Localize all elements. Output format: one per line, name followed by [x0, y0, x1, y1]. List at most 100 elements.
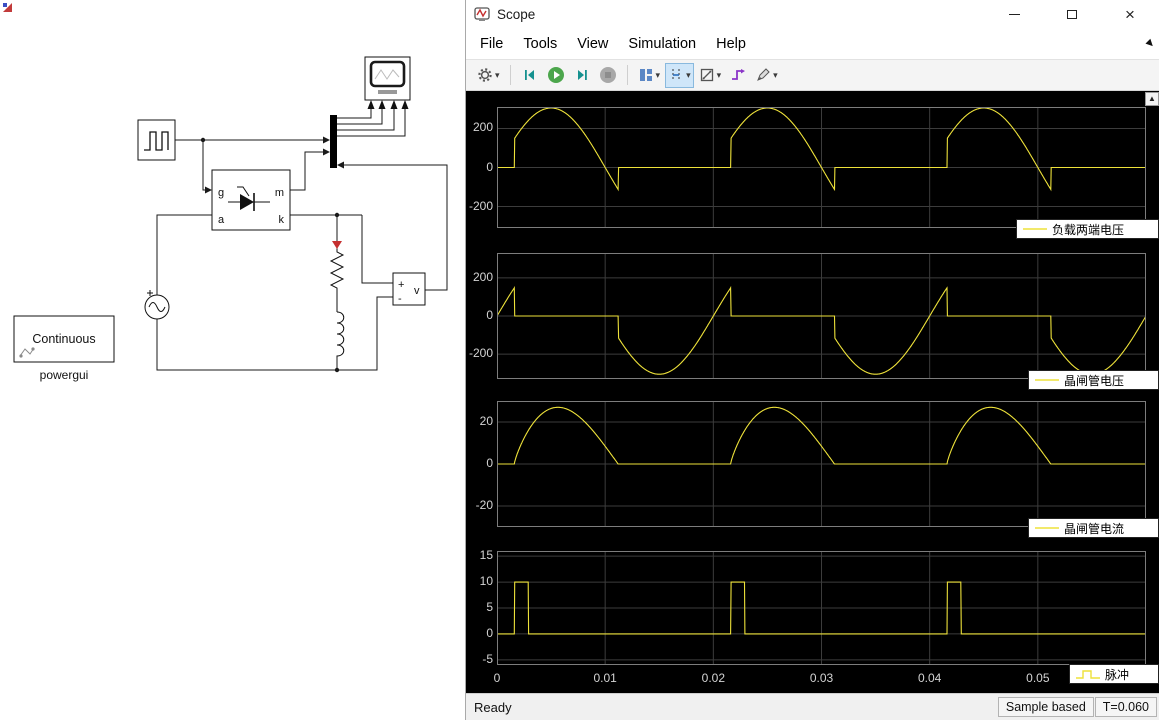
y-tick-label: -200: [466, 346, 493, 360]
menu-view[interactable]: View: [569, 33, 616, 55]
step-forward-icon: [574, 67, 590, 83]
y-tick-label: 0: [466, 160, 493, 174]
caret-icon: ▾: [656, 70, 661, 81]
menu-help[interactable]: Help: [708, 33, 754, 55]
y-tick-label: 200: [466, 120, 493, 134]
stop-icon: [599, 66, 617, 84]
step-forward-button[interactable]: [570, 63, 594, 88]
step-back-icon: [522, 67, 538, 83]
scope-block[interactable]: [365, 57, 410, 109]
signal-wires: [157, 109, 447, 370]
scope-axes-3[interactable]: [497, 401, 1146, 527]
trigger-button[interactable]: [726, 63, 750, 88]
legend-marker-icon: [1033, 374, 1061, 386]
pulse-generator-block[interactable]: [138, 120, 175, 160]
run-button[interactable]: [544, 63, 568, 88]
simulink-model-area: g a m k: [0, 0, 465, 720]
legend-label: 脉冲: [1105, 666, 1129, 683]
corner-glyph: [3, 3, 12, 12]
powergui-block-name: powergui: [40, 368, 89, 382]
port-label-k: k: [279, 214, 285, 226]
window-controls: ×: [985, 0, 1159, 28]
pen-icon: [755, 67, 771, 83]
scope-display[interactable]: ▲ 2000-200负载两端电压2000-200晶闸管电压200-20晶闸管电流…: [466, 91, 1159, 693]
scope-axes-2[interactable]: [497, 253, 1146, 379]
caret-icon: ▾: [495, 70, 500, 81]
scope-axes-4[interactable]: [497, 551, 1146, 665]
x-tick-label: 0.01: [583, 671, 627, 685]
status-cells: Sample based T=0.060: [998, 697, 1159, 717]
menu-simulation[interactable]: Simulation: [620, 33, 704, 55]
caret-icon: ▾: [686, 70, 691, 81]
inductor-icon: [337, 312, 344, 358]
scope-axes-1[interactable]: [497, 107, 1146, 228]
legend-thyristor_voltage[interactable]: 晶闸管电压: [1028, 370, 1159, 390]
minimize-button[interactable]: [985, 0, 1043, 28]
scope-input-ports: [368, 100, 409, 109]
desktop: g a m k: [0, 0, 1159, 720]
caret-icon: ▾: [773, 70, 778, 81]
x-tick-label: 0.02: [691, 671, 735, 685]
toolbar: ▾: [466, 59, 1159, 91]
stop-button[interactable]: [596, 63, 620, 88]
x-tick-label: 0.05: [1016, 671, 1060, 685]
titlebar[interactable]: Scope ×: [466, 0, 1159, 28]
y-tick-label: -200: [466, 199, 493, 213]
y-tick-label: -5: [466, 652, 493, 666]
gear-icon: [477, 67, 493, 83]
y-tick-label: 15: [466, 548, 493, 562]
thyristor-block[interactable]: g a m k: [212, 170, 290, 230]
powergui-block[interactable]: Continuous: [14, 316, 114, 362]
legend-gate_pulse[interactable]: 脉冲: [1069, 664, 1159, 684]
cursor-measurements-button[interactable]: ▾: [665, 63, 694, 88]
cursor-measurements-icon: [668, 67, 684, 83]
step-back-button[interactable]: [518, 63, 542, 88]
menu-tools[interactable]: Tools: [515, 33, 565, 55]
mux-block[interactable]: [330, 115, 337, 168]
scope-window: Scope × File Tools View Simulation Help …: [465, 0, 1159, 720]
y-tick-label: 0: [466, 626, 493, 640]
port-label-minus: -: [398, 293, 402, 305]
scope-screen-icon: [371, 62, 404, 86]
y-tick-label: 10: [466, 574, 493, 588]
scope-app-icon: [474, 6, 490, 22]
up-arrow-icon: ▲: [1148, 95, 1156, 103]
close-icon: ×: [1125, 6, 1135, 23]
legend-marker-icon: [1074, 668, 1102, 680]
legend-load_voltage[interactable]: 负载两端电压: [1016, 219, 1159, 239]
y-tick-label: -20: [466, 498, 493, 512]
legend-label: 晶闸管电压: [1064, 372, 1124, 389]
x-tick-label: 0: [475, 671, 519, 685]
caret-icon: ▾: [717, 70, 722, 81]
statusbar: Ready Sample based T=0.060: [466, 693, 1159, 720]
scale-axes-icon: [699, 67, 715, 83]
legend-thyristor_current[interactable]: 晶闸管电流: [1028, 518, 1159, 538]
layout-button[interactable]: ▾: [635, 63, 664, 88]
x-tick-label: 0.03: [800, 671, 844, 685]
close-button[interactable]: ×: [1101, 0, 1159, 28]
port-label-plus: +: [398, 279, 404, 291]
y-tick-label: 200: [466, 270, 493, 284]
settings-button[interactable]: ▾: [474, 63, 503, 88]
legend-marker-icon: [1033, 522, 1061, 534]
scale-axes-button[interactable]: ▾: [696, 63, 725, 88]
y-tick-label: 20: [466, 414, 493, 428]
powergui-mode-label: Continuous: [32, 332, 95, 346]
voltage-measurement-block[interactable]: + - v: [393, 273, 425, 305]
legend-label: 晶闸管电流: [1064, 520, 1124, 537]
port-label-m: m: [275, 187, 284, 199]
resistor-icon: [331, 248, 343, 293]
rlc-branch-block[interactable]: [331, 241, 344, 358]
menubar: File Tools View Simulation Help ▶: [466, 28, 1159, 59]
layout-icon: [638, 67, 654, 83]
menu-file[interactable]: File: [472, 33, 511, 55]
maximize-button[interactable]: [1043, 0, 1101, 28]
status-sim-time: T=0.060: [1095, 697, 1157, 717]
trigger-icon: [730, 67, 746, 83]
legend-label: 负载两端电压: [1052, 221, 1124, 238]
highlight-button[interactable]: ▾: [752, 63, 781, 88]
scroll-up-button[interactable]: ▲: [1145, 92, 1159, 106]
menubar-overflow-icon[interactable]: ▶: [1144, 37, 1157, 50]
minimize-icon: [1009, 14, 1020, 15]
status-sample-mode: Sample based: [998, 697, 1094, 717]
